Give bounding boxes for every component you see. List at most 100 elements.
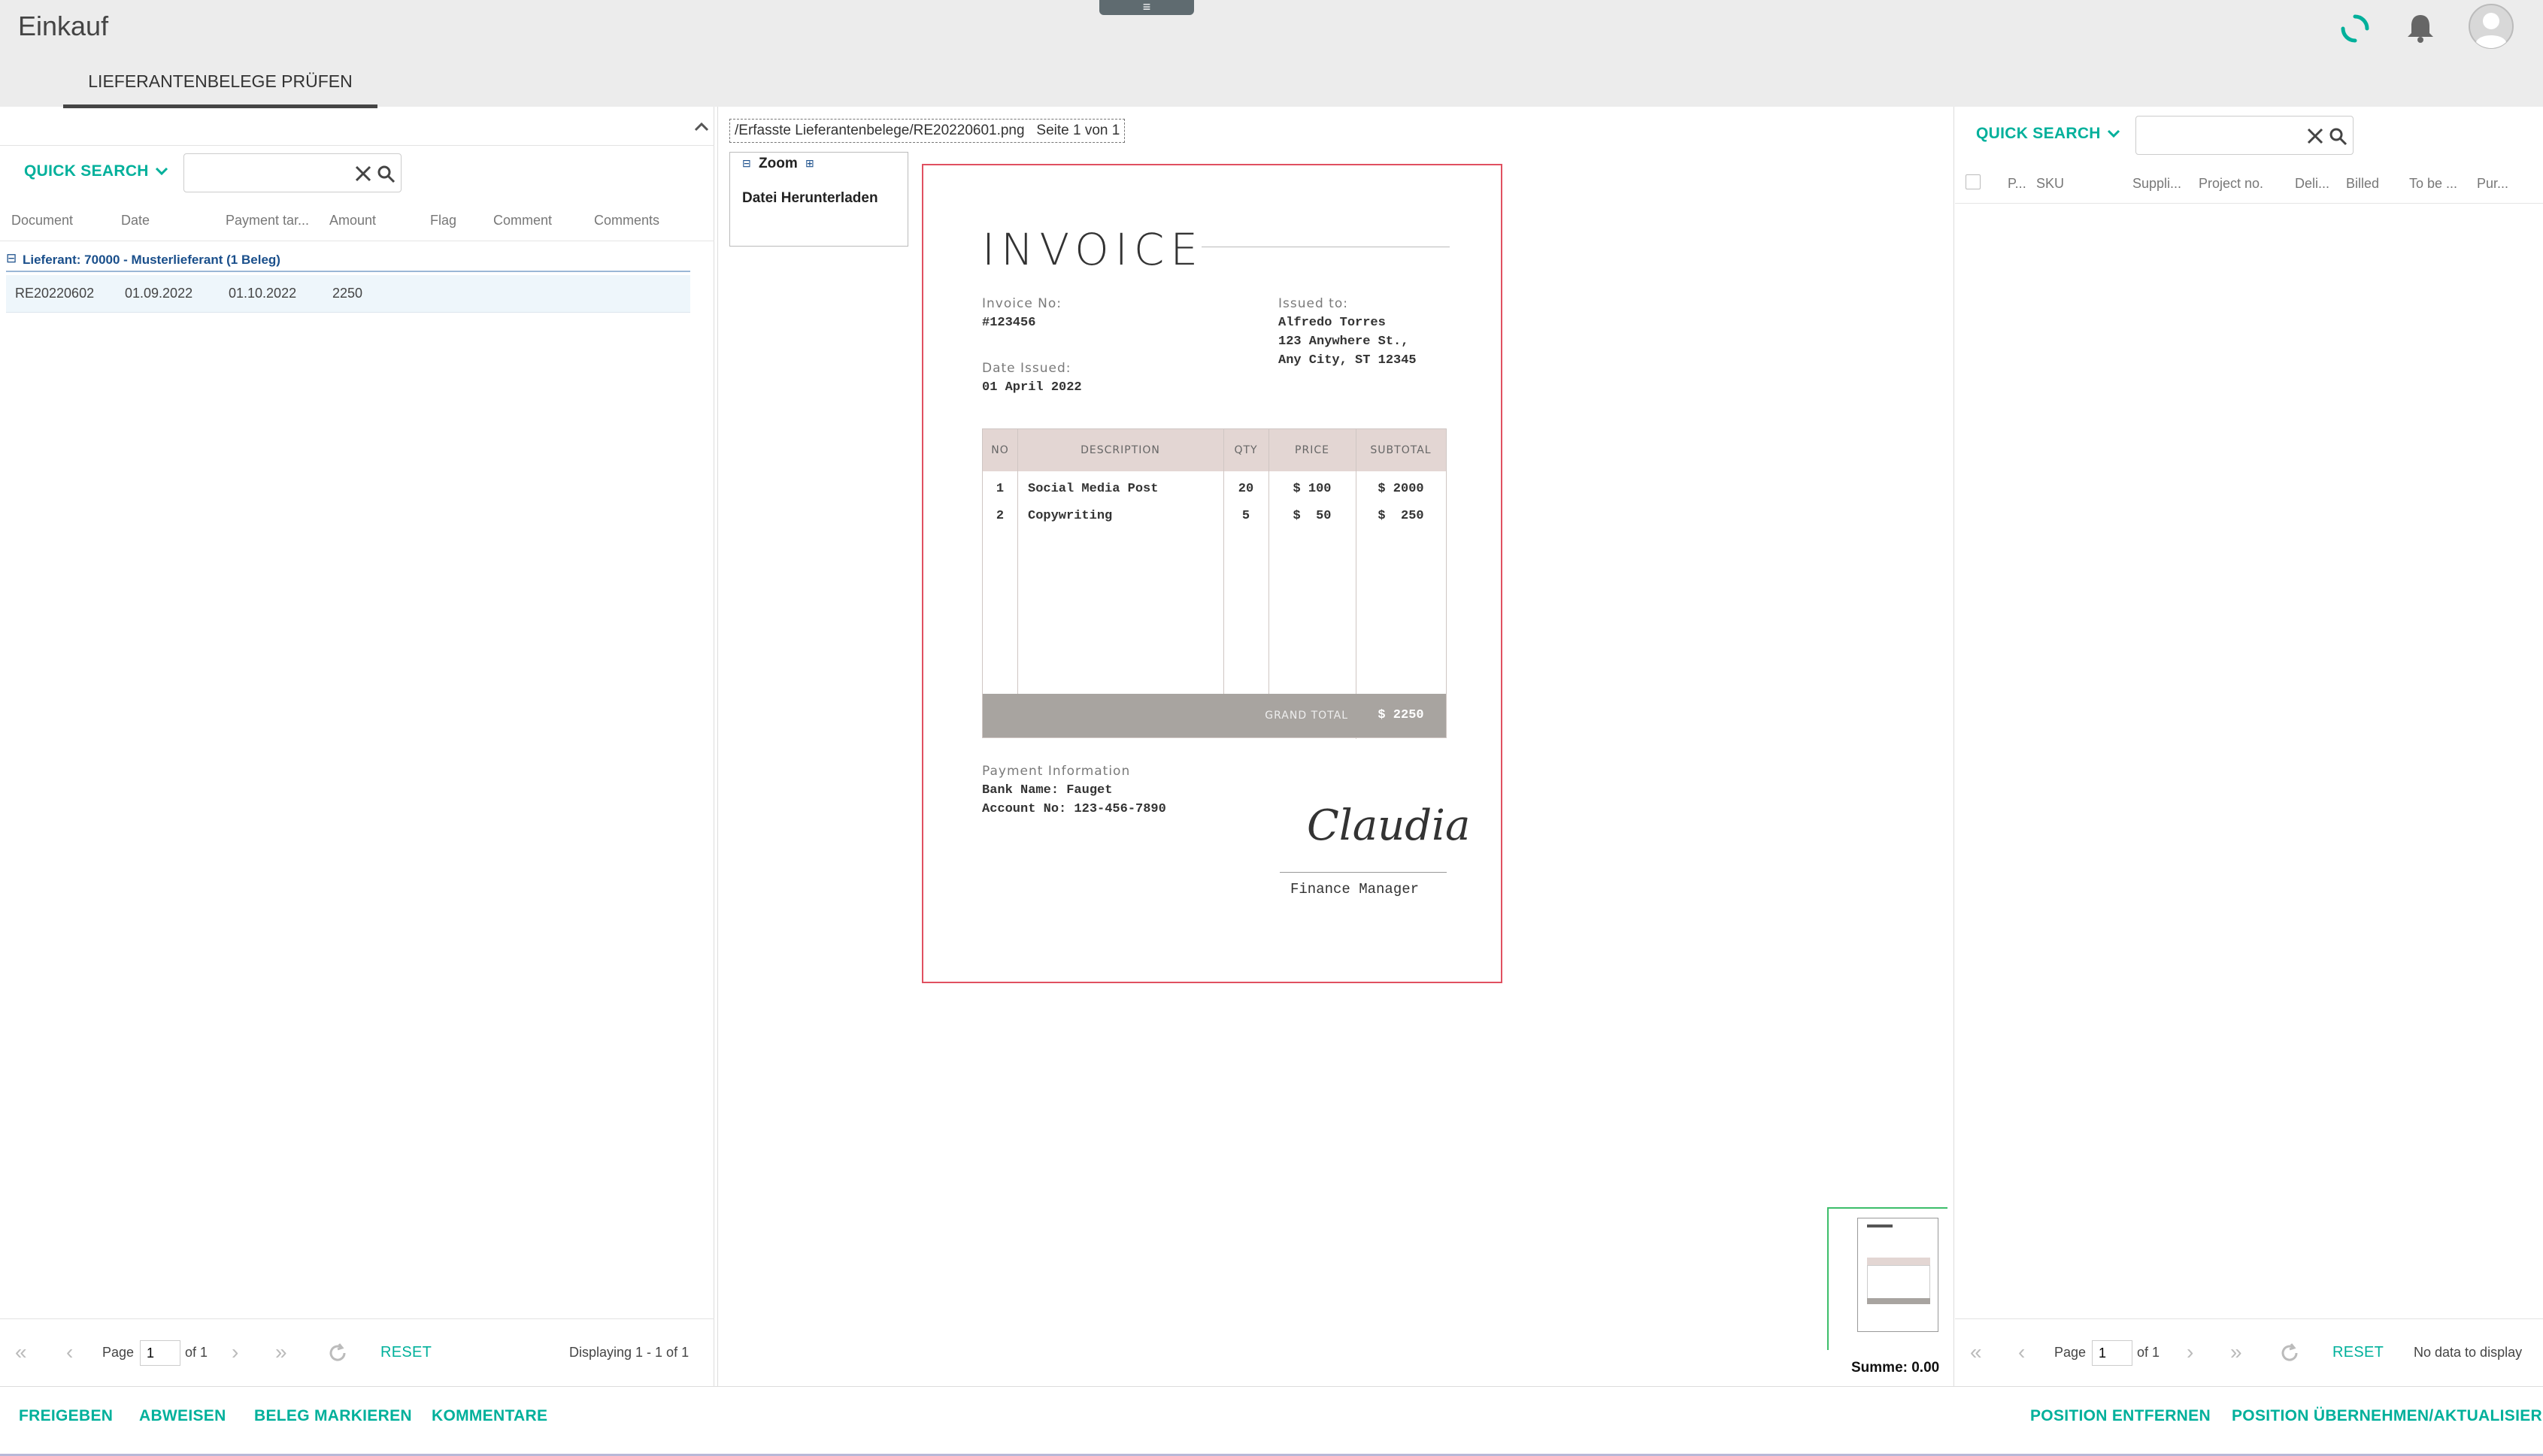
display-count: No data to display <box>2414 1345 2523 1360</box>
invoice-title: INVOICE <box>982 224 1205 275</box>
invoice-no-label: Invoice No: <box>982 296 1062 311</box>
search-icon[interactable] <box>2329 127 2348 147</box>
download-file-link[interactable]: Datei Herunterladen <box>742 190 878 207</box>
apply-position-button[interactable]: POSITION ÜBERNEHMEN/AKTUALISIEREN <box>2232 1407 2543 1425</box>
search-icon[interactable] <box>377 165 396 184</box>
thumb-table <box>1867 1265 1930 1300</box>
page-of-label: of 1 <box>185 1345 208 1360</box>
issued-to-line: 123 Anywhere St., <box>1278 334 1409 349</box>
first-page-icon[interactable]: « <box>15 1342 27 1363</box>
next-page-icon[interactable]: › <box>232 1342 238 1363</box>
last-page-icon[interactable]: » <box>275 1342 287 1363</box>
grand-total-label: GRAND TOTAL <box>1265 710 1348 722</box>
collapse-icon[interactable]: ⊟ <box>6 251 17 266</box>
grand-total-value: $ 2250 <box>1378 708 1424 722</box>
chevron-up-icon[interactable] <box>692 117 711 137</box>
col-rule <box>1017 429 1018 694</box>
column-header-position[interactable]: P... <box>2008 176 2026 192</box>
item-no: 1 <box>996 482 1005 496</box>
item-description: Social Media Post <box>1028 482 1159 496</box>
bell-icon[interactable] <box>2403 11 2438 45</box>
column-header-payment-target[interactable]: Payment tar... <box>226 213 309 229</box>
page-number-input[interactable] <box>2092 1340 2132 1366</box>
expand-icon[interactable]: ⊞ <box>805 157 814 170</box>
zoom-label[interactable]: Zoom <box>759 156 798 172</box>
item-subtotal: $ 2000 <box>1378 482 1424 496</box>
comments-button[interactable]: KOMMENTARE <box>432 1407 547 1425</box>
chevron-down-icon <box>155 168 168 176</box>
page-thumbnail[interactable] <box>1857 1218 1938 1332</box>
search-box <box>183 153 402 192</box>
search-box <box>2135 116 2354 155</box>
column-header-comment[interactable]: Comment <box>493 213 552 229</box>
next-page-icon[interactable]: › <box>2187 1342 2193 1363</box>
column-header-sku[interactable]: SKU <box>2036 176 2064 192</box>
th-no: NO <box>991 444 1009 456</box>
signature-rule <box>1280 872 1447 873</box>
column-header-billed[interactable]: Billed <box>2346 176 2379 192</box>
item-price: $ 50 <box>1293 509 1332 523</box>
group-row[interactable]: ⊟ Lieferant: 70000 - Musterlieferant (1 … <box>6 251 690 272</box>
right-pager: « ‹ Page of 1 › » RESET No data to displ… <box>1955 1318 2543 1386</box>
page-of-label: of 1 <box>2137 1345 2160 1360</box>
column-header-project-no[interactable]: Project no. <box>2199 176 2263 192</box>
column-header-flag[interactable]: Flag <box>430 213 456 229</box>
payment-info-label: Payment Information <box>982 764 1131 779</box>
chevron-down-icon <box>2107 130 2120 138</box>
cell-document: RE20220602 <box>15 286 95 301</box>
column-header-to-be-billed[interactable]: To be ... <box>2409 176 2457 192</box>
date-issued-label: Date Issued: <box>982 361 1071 376</box>
th-price: PRICE <box>1295 444 1329 456</box>
account-no: Account No: 123-456-7890 <box>982 802 1166 816</box>
invoice-table: NO DESCRIPTION QTY PRICE SUBTOTAL 1 Soci… <box>982 428 1447 739</box>
quick-search-label: QUICK SEARCH <box>24 162 149 180</box>
file-path-label: /Erfasste Lieferantenbelege/RE20220601.p… <box>729 119 1126 143</box>
column-header-purchase[interactable]: Pur... <box>2477 176 2508 192</box>
issued-to-line: Alfredo Torres <box>1278 316 1386 330</box>
page-number-input[interactable] <box>140 1340 180 1366</box>
invoice-no: #123456 <box>982 316 1036 330</box>
column-header-comments[interactable]: Comments <box>594 213 659 229</box>
tab-lieferantenbelege-pruefen[interactable]: LIEFERANTENBELEGE PRÜFEN <box>63 53 377 108</box>
th-subtotal: SUBTOTAL <box>1370 444 1432 456</box>
remove-position-button[interactable]: POSITION ENTFERNEN <box>2030 1407 2211 1425</box>
last-page-icon[interactable]: » <box>2230 1342 2242 1363</box>
display-count: Displaying 1 - 1 of 1 <box>569 1345 690 1360</box>
column-header-document[interactable]: Document <box>11 213 73 229</box>
approve-button[interactable]: FREIGEBEN <box>19 1407 113 1425</box>
prev-page-icon[interactable]: ‹ <box>66 1342 73 1363</box>
cell-payment-target: 01.10.2022 <box>229 286 297 301</box>
prev-page-icon[interactable]: ‹ <box>2018 1342 2025 1363</box>
reject-button[interactable]: ABWEISEN <box>139 1407 226 1425</box>
item-price: $ 100 <box>1293 482 1332 496</box>
column-header-date[interactable]: Date <box>121 213 150 229</box>
search-input[interactable] <box>2141 123 2294 150</box>
item-qty: 20 <box>1238 482 1254 496</box>
reset-button[interactable]: RESET <box>380 1344 432 1361</box>
cell-date: 01.09.2022 <box>125 286 193 301</box>
quick-search-button[interactable]: QUICK SEARCH <box>1976 125 2122 143</box>
refresh-icon[interactable] <box>2278 1342 2301 1364</box>
thumbnail-panel <box>1827 1207 1947 1350</box>
collapse-icon[interactable]: ⊟ <box>742 157 751 170</box>
first-page-icon[interactable]: « <box>1970 1342 1982 1363</box>
divider <box>1955 203 2543 204</box>
user-avatar-icon[interactable] <box>2468 3 2514 50</box>
refresh-icon[interactable] <box>326 1342 349 1364</box>
app-title: Einkauf <box>18 11 109 41</box>
quick-search-button[interactable]: QUICK SEARCH <box>24 162 170 180</box>
table-row[interactable]: RE20220602 01.09.2022 01.10.2022 2250 <box>6 275 690 313</box>
menu-handle-icon[interactable]: ≡ <box>1099 0 1194 15</box>
reset-button[interactable]: RESET <box>2332 1344 2384 1361</box>
select-all-checkbox[interactable] <box>1966 174 1981 189</box>
clear-icon[interactable] <box>2306 127 2324 145</box>
mark-document-button[interactable]: BELEG MARKIEREN <box>254 1407 412 1425</box>
app-header <box>0 0 2543 107</box>
column-header-delivered[interactable]: Deli... <box>2295 176 2329 192</box>
column-header-amount[interactable]: Amount <box>329 213 376 229</box>
column-header-supplier[interactable]: Suppli... <box>2132 176 2181 192</box>
th-qty: QTY <box>1234 444 1258 456</box>
cell-amount: 2250 <box>332 286 363 301</box>
clear-icon[interactable] <box>354 165 372 183</box>
search-input[interactable] <box>189 160 342 187</box>
